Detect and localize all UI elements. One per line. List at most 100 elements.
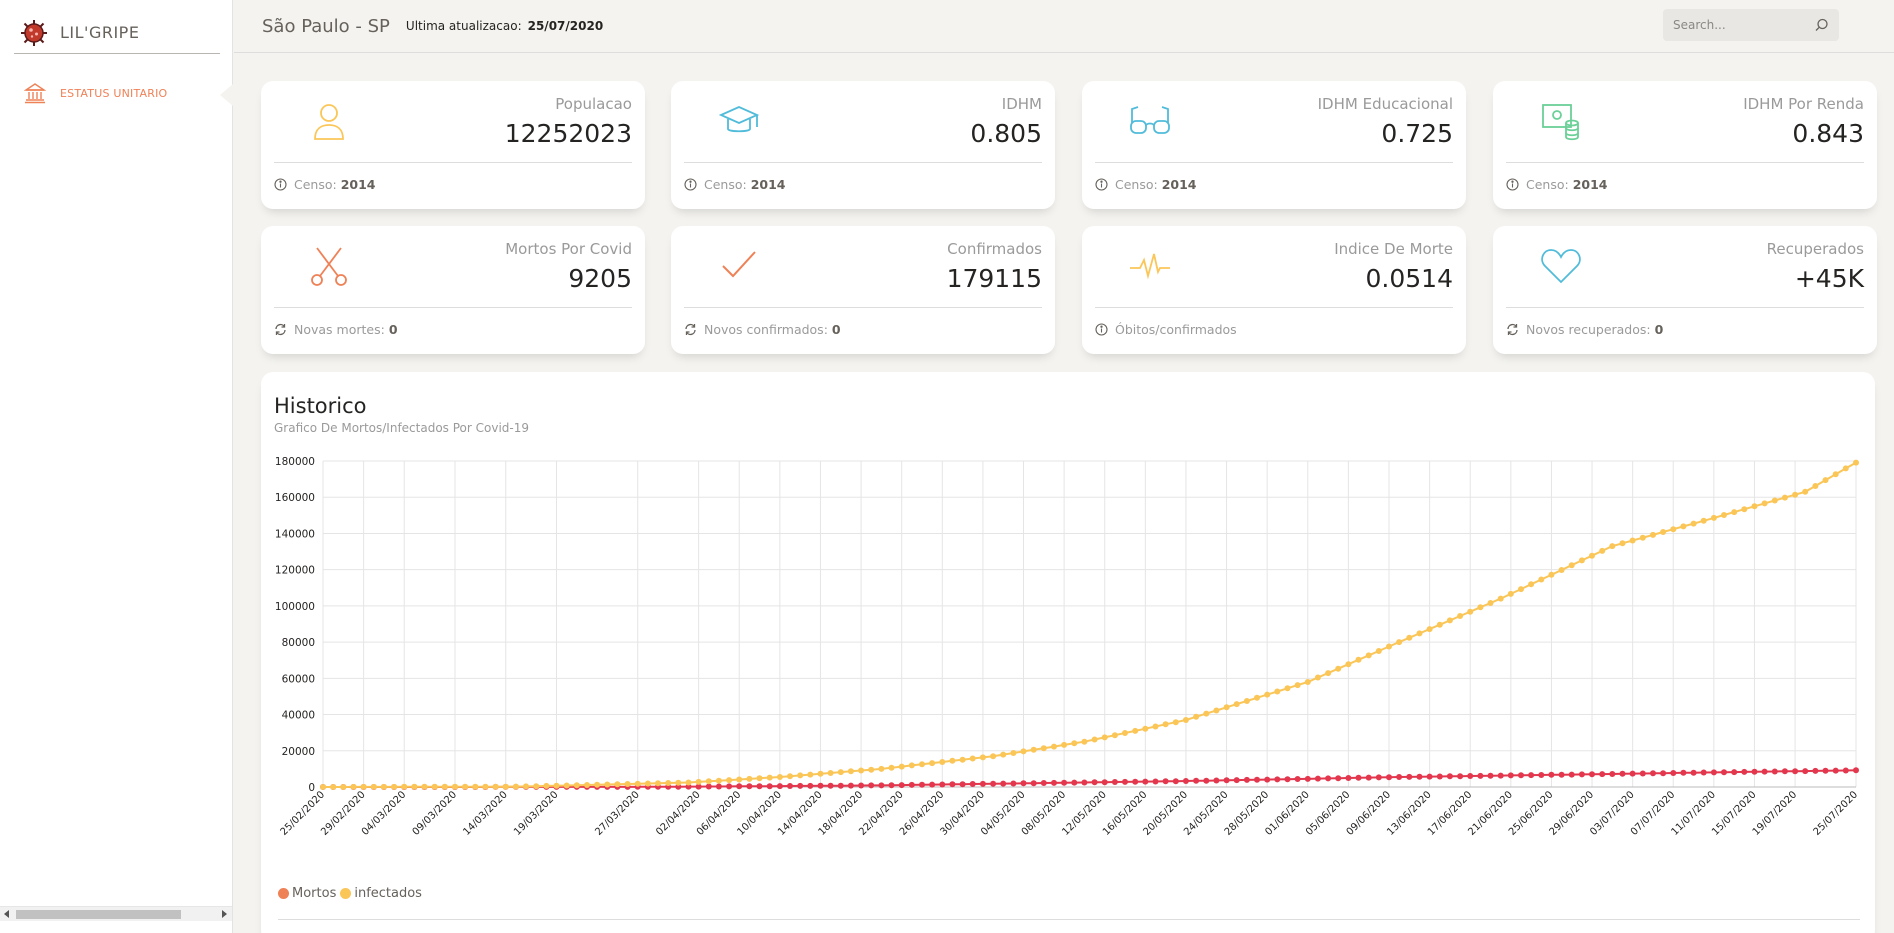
scrollbar-thumb[interactable] [16,910,181,919]
data-point-mortos [1599,771,1606,778]
data-point-infectados [1314,674,1321,681]
data-point-infectados [868,766,875,773]
virus-logo-icon [21,19,47,46]
data-point-mortos [1162,778,1169,785]
legend-dot-infectados [340,888,352,899]
data-point-infectados [1751,503,1758,510]
data-point-infectados [1325,670,1332,677]
data-point-infectados [837,769,844,776]
data-point-mortos [1832,767,1839,774]
data-point-mortos [1812,767,1819,774]
data-point-mortos [969,781,976,787]
data-point-infectados [1335,665,1342,672]
historico-chart-card: Historico Grafico De Mortos/Infectados P… [261,372,1875,933]
stat-value: 0.843 [1792,119,1864,148]
data-point-infectados [584,782,590,788]
data-point-mortos [1609,771,1616,777]
data-point-infectados [736,776,743,783]
glasses-icon [1130,106,1170,134]
footer-text: Novos confirmados: [704,322,828,337]
data-point-infectados [1132,727,1139,734]
data-point-infectados [1578,557,1585,564]
stat-label: IDHM Educacional [1317,95,1453,113]
data-point-mortos [746,783,753,790]
data-point-infectados [1446,617,1453,624]
data-point-mortos [1619,770,1626,777]
data-point-mortos [1690,769,1697,776]
legend-item-mortos[interactable]: Mortos [278,886,336,901]
data-point-infectados [685,779,692,786]
card-footer: Censo: 2014 [684,177,786,192]
data-point-mortos [929,781,936,788]
data-point-mortos [726,783,733,790]
data-point-mortos [1568,771,1575,778]
data-point-mortos [979,780,986,787]
data-point-mortos [939,781,946,788]
data-point-mortos [1457,773,1464,780]
data-point-infectados [320,784,326,790]
data-point-infectados [1172,719,1179,726]
data-point-mortos [736,783,743,790]
sidebar: LIL'GRIPE ESTATUS UNITARIO [0,0,233,933]
stat-card-idhm-renda: IDHM Por Renda 0.843 Censo: 2014 [1493,81,1877,209]
y-tick-label: 160000 [275,492,315,504]
app-title[interactable]: LIL'GRIPE [60,23,139,42]
data-point-mortos [1416,773,1423,780]
data-point-infectados [1223,704,1230,711]
data-point-infectados [1518,586,1524,593]
data-point-mortos [959,781,966,788]
horizontal-scrollbar[interactable] [0,906,232,921]
data-point-infectados [1020,748,1027,755]
data-point-mortos [1650,770,1656,777]
data-point-mortos [1639,770,1646,777]
data-point-infectados [1599,547,1606,554]
data-point-mortos [949,781,956,788]
data-point-mortos [1660,770,1667,777]
data-point-mortos [1132,778,1139,785]
scroll-left-icon[interactable] [4,910,9,918]
legend-item-infectados[interactable]: infectados [340,886,422,901]
data-point-mortos [1629,770,1636,777]
data-point-infectados [908,762,915,769]
data-point-infectados [1010,750,1017,756]
data-point-infectados [1467,608,1474,615]
stat-value: +45K [1794,264,1864,293]
data-point-mortos [1731,769,1738,776]
stat-label: Populacao [555,95,632,113]
data-point-infectados [1619,540,1626,547]
pulse-icon [1130,253,1170,280]
data-point-mortos [1365,774,1372,781]
data-point-infectados [411,783,418,790]
x-tick-label: 09/03/2020 [411,789,460,838]
data-point-infectados [715,777,722,784]
data-point-infectados [1832,471,1839,478]
top-navbar: São Paulo - SP Ultima atualizacao: 25/07… [234,0,1894,53]
data-point-mortos [1172,778,1179,785]
card-footer: Óbitos/confirmados [1095,322,1241,337]
data-point-infectados [1497,595,1504,602]
data-point-mortos [1406,773,1413,780]
data-point-infectados [990,753,997,760]
data-point-infectados [482,783,489,790]
data-point-infectados [401,783,408,790]
card-divider [684,307,1042,308]
scroll-right-icon[interactable] [222,910,227,918]
stat-card-mortos: Mortos Por Covid 9205 Novas mortes: 0 [261,226,645,354]
stat-value: 12252023 [504,119,632,148]
data-point-infectados [1101,734,1108,741]
series-line-mortos [323,769,1857,788]
data-point-infectados [1051,743,1057,750]
data-point-infectados [766,774,773,781]
data-point-infectados [452,783,458,790]
search-icon[interactable] [1815,18,1829,32]
card-footer: Censo: 2014 [274,177,376,192]
data-point-infectados [1822,477,1829,484]
search-box[interactable] [1663,9,1839,41]
stat-label: Recuperados [1766,240,1864,258]
sidebar-item-estatus-unitario[interactable]: ESTATUS UNITARIO [24,82,167,104]
card-divider [1506,162,1864,163]
data-point-infectados [1040,745,1047,752]
search-input[interactable] [1673,18,1813,32]
data-point-infectados [705,778,712,785]
line-chart[interactable]: 0 20000 40000 60000 80000 100000 120000 140000 1… [261,447,1875,882]
